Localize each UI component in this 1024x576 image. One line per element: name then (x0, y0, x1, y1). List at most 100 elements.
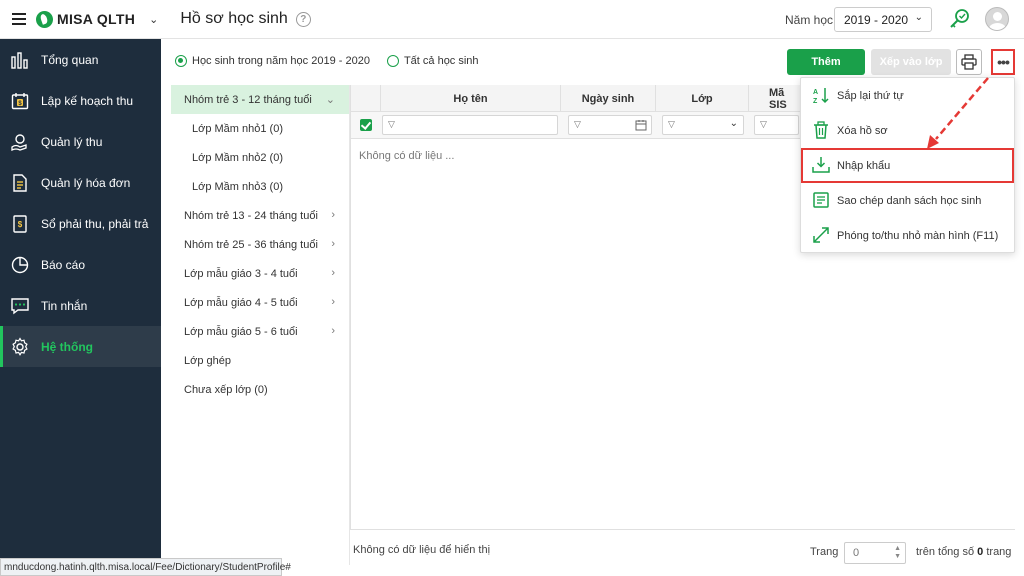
menu-item-label: Nhập khẩu (837, 159, 891, 172)
add-button[interactable]: Thêm (787, 49, 865, 75)
select-all-checkbox[interactable] (360, 119, 372, 131)
sis-filter-input[interactable]: ▽ (754, 115, 799, 135)
radio-all-students[interactable] (386, 55, 399, 67)
chevron-right-icon[interactable]: › (331, 325, 335, 337)
svg-text:A: A (813, 89, 818, 96)
tree-item-label: Lớp mẫu giáo 4 - 5 tuổi (184, 296, 298, 309)
chevron-down-icon[interactable]: ⌄ (149, 13, 158, 26)
help-icon[interactable]: ? (295, 11, 311, 27)
misa-logo-icon (36, 10, 53, 28)
tree-item[interactable]: Nhóm trẻ 13 - 24 tháng tuổi › (171, 201, 349, 230)
radio-all-students-label[interactable]: Tất cả học sinh (404, 55, 479, 67)
hand-coin-icon (10, 132, 30, 152)
footer-empty-text: Không có dữ liệu để hiển thị (353, 544, 491, 556)
school-year-select[interactable]: 2019 - 2020 ⌄ (834, 7, 932, 32)
chevron-right-icon[interactable]: › (331, 296, 335, 308)
tree-item-label: Lớp ghép (184, 354, 231, 367)
assign-class-button[interactable]: Xếp vào lớp (871, 49, 951, 75)
menu-item-reorder[interactable]: AZ Sắp lại thứ tự (801, 78, 1014, 113)
calendar-dollar-icon: $ (10, 91, 30, 111)
menu-item-fullscreen[interactable]: Phóng to/thu nhỏ màn hình (F11) (801, 218, 1014, 253)
sidebar-item-label: Quản lý hóa đơn (41, 175, 131, 190)
sidebar-item-system[interactable]: Hệ thống (0, 326, 161, 367)
expand-icon (812, 226, 830, 244)
menu-item-import[interactable]: Nhập khẩu (801, 148, 1014, 183)
tree-item[interactable]: Lớp mẫu giáo 4 - 5 tuổi › (171, 288, 349, 317)
more-options-button[interactable]: ••• (991, 49, 1015, 75)
tree-item[interactable]: Lớp Mầm nhỏ1 (0) (171, 114, 349, 143)
sidebar-item-messages[interactable]: Tin nhắn (0, 285, 161, 326)
column-header-name[interactable]: Họ tên (381, 85, 561, 112)
tree-item[interactable]: Nhóm trẻ 25 - 36 tháng tuổi › (171, 230, 349, 259)
sidebar-item-ledger[interactable]: $ Sổ phải thu, phải trả (0, 203, 161, 244)
sidebar-item-label: Tin nhắn (41, 298, 88, 313)
column-header-sis[interactable]: Mã SIS (749, 85, 803, 112)
dob-filter-input[interactable]: ▽ (568, 115, 652, 135)
page-label: Trang (810, 546, 839, 558)
sidebar-item-report[interactable]: Báo cáo (0, 244, 161, 285)
printer-icon (961, 54, 977, 70)
user-avatar[interactable] (985, 7, 1009, 31)
app-logo[interactable]: MISA QLTH ⌄ (36, 10, 158, 28)
filter-icon: ▽ (760, 119, 767, 129)
menu-item-delete[interactable]: Xóa hồ sơ (801, 113, 1014, 148)
tree-item[interactable]: Chưa xếp lớp (0) (171, 375, 349, 404)
message-icon (10, 296, 30, 316)
column-header-class[interactable]: Lớp (656, 85, 749, 112)
tree-item-label: Lớp mẫu giáo 3 - 4 tuổi (184, 267, 298, 280)
hamburger-menu-icon[interactable] (12, 13, 26, 25)
gear-icon (10, 336, 30, 357)
calendar-icon[interactable] (635, 119, 647, 131)
tree-item[interactable]: Lớp Mầm nhỏ3 (0) (171, 172, 349, 201)
tree-item[interactable]: Nhóm trẻ 3 - 12 tháng tuổi ⌄ (171, 85, 349, 114)
top-bar: MISA QLTH ⌄ Hồ sơ học sinh ? Năm học 201… (0, 0, 1024, 39)
print-button[interactable] (956, 49, 982, 75)
sidebar-item-collect[interactable]: Quản lý thu (0, 121, 161, 162)
tree-item[interactable]: Lớp mẫu giáo 3 - 4 tuổi › (171, 259, 349, 288)
sidebar-item-overview[interactable]: Tổng quan (0, 39, 161, 80)
page-number-input[interactable]: 0 ▲ ▼ (844, 542, 906, 564)
class-filter-input[interactable]: ▽ ⌄ (662, 115, 744, 135)
trash-icon (812, 121, 830, 139)
chevron-right-icon[interactable]: › (331, 209, 335, 221)
chevron-down-icon: ⌄ (914, 12, 923, 23)
chevron-right-icon[interactable]: › (331, 267, 335, 279)
sort-az-icon: AZ (812, 86, 830, 104)
name-filter-input[interactable]: ▽ (382, 115, 558, 135)
chevron-right-icon[interactable]: › (331, 238, 335, 250)
page-total: trên tổng số 0 trang (916, 546, 1011, 558)
school-year-value: 2019 - 2020 (844, 12, 909, 27)
sidebar-item-label: Sổ phải thu, phải trả (41, 216, 149, 231)
tree-item-label: Lớp Mầm nhỏ3 (0) (192, 180, 283, 193)
page-total-suffix: trang (986, 546, 1012, 558)
page-total-prefix: trên tổng số (916, 546, 975, 558)
sidebar-item-label: Lập kế hoạch thu (41, 93, 134, 108)
radio-current-year[interactable] (175, 55, 187, 67)
sidebar-item-plan[interactable]: $ Lập kế hoạch thu (0, 80, 161, 121)
copy-list-icon (812, 191, 830, 209)
tree-item[interactable]: Lớp Mầm nhỏ2 (0) (171, 143, 349, 172)
menu-item-label: Sắp lại thứ tự (837, 89, 904, 102)
radio-current-year-label[interactable]: Học sinh trong năm học 2019 - 2020 (192, 55, 370, 67)
tree-item[interactable]: Lớp ghép (171, 346, 349, 375)
column-header-dob[interactable]: Ngày sinh (561, 85, 656, 112)
tree-item[interactable]: Lớp mẫu giáo 5 - 6 tuổi › (171, 317, 349, 346)
filter-icon: ▽ (574, 119, 581, 129)
spinner-icon[interactable]: ▲ ▼ (894, 545, 901, 561)
sidebar-item-label: Quản lý thu (41, 134, 103, 149)
page-number-value: 0 (853, 547, 860, 559)
key-search-icon[interactable] (948, 7, 972, 31)
sidebar-item-invoice[interactable]: Quản lý hóa đơn (0, 162, 161, 203)
sidebar: Tổng quan $ Lập kế hoạch thu Quản lý thu… (0, 39, 161, 576)
menu-item-copy-list[interactable]: Sao chép danh sách học sinh (801, 183, 1014, 218)
chevron-down-icon[interactable]: ⌄ (326, 93, 335, 106)
tree-item-label: Nhóm trẻ 13 - 24 tháng tuổi (184, 209, 318, 222)
filter-icon: ▽ (388, 119, 395, 129)
tree-item-label: Nhóm trẻ 25 - 36 tháng tuổi (184, 238, 318, 251)
sidebar-item-label: Báo cáo (41, 257, 86, 272)
sidebar-item-label: Tổng quan (41, 52, 99, 67)
grid-header: Họ tên Ngày sinh Lớp Mã SIS (351, 85, 803, 112)
chevron-down-icon: ⌄ (729, 118, 738, 129)
filter-icon: ▽ (668, 119, 675, 129)
class-tree: Nhóm trẻ 3 - 12 tháng tuổi ⌄ Lớp Mầm nhỏ… (171, 85, 350, 565)
